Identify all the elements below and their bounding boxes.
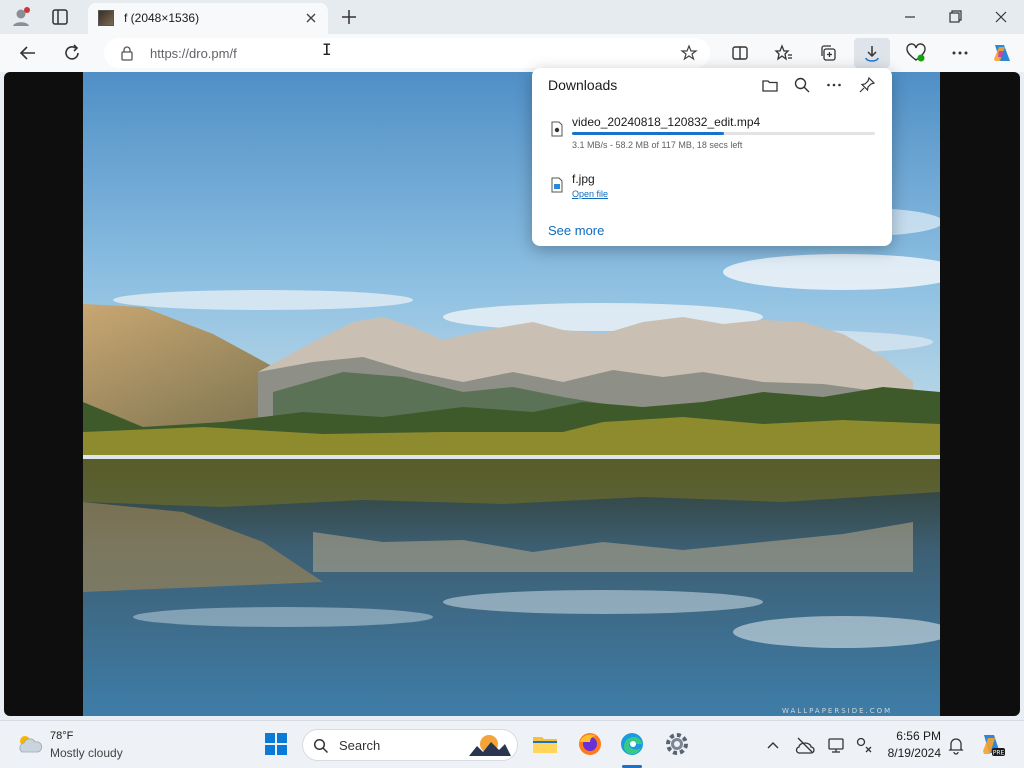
refresh-icon[interactable] — [60, 41, 84, 65]
favorite-star-icon[interactable] — [680, 44, 698, 62]
network-disconnected-icon[interactable] — [795, 735, 815, 755]
address-bar[interactable]: https://dro.pm/f — [104, 38, 710, 68]
tab-strip: f (2048×1536) — [0, 0, 1024, 34]
chevron-up-icon[interactable] — [763, 735, 783, 755]
download-icon[interactable] — [860, 41, 884, 65]
search-highlight-icon — [467, 732, 513, 758]
weather-cloudy-icon[interactable] — [16, 733, 44, 755]
photo-watermark: WALLPAPERSIDE.COM — [782, 707, 893, 715]
favorites-icon[interactable] — [772, 41, 796, 65]
search-label: Search — [339, 738, 381, 753]
download-item-name[interactable]: f.jpg — [572, 172, 595, 186]
download-status: 3.1 MB/s - 58.2 MB of 117 MB, 18 secs le… — [572, 140, 743, 150]
file-explorer-icon[interactable] — [531, 730, 559, 758]
close-tab-icon[interactable] — [304, 11, 318, 25]
restore-icon[interactable] — [945, 8, 965, 26]
close-window-icon[interactable] — [991, 8, 1011, 26]
search-icon — [313, 738, 329, 754]
search-downloads-icon[interactable] — [793, 76, 811, 94]
minimize-icon[interactable] — [900, 8, 920, 26]
more-menu-icon[interactable] — [948, 41, 972, 65]
downloads-flyout: Downloads video_20240818_120832_edit.mp4… — [532, 68, 892, 246]
edge-icon[interactable] — [618, 730, 646, 758]
focus-settings-icon[interactable] — [854, 735, 874, 755]
clock-date[interactable]: 8/19/2024 — [880, 746, 941, 760]
tab-active[interactable]: f (2048×1536) — [88, 3, 328, 34]
svg-text:PRE: PRE — [993, 750, 1005, 757]
text-cursor-icon: I — [322, 40, 332, 59]
settings-gear-icon[interactable] — [663, 730, 691, 758]
url-text[interactable]: https://dro.pm/f — [150, 46, 237, 61]
taskbar-search[interactable]: Search — [302, 729, 518, 761]
copilot-icon[interactable] — [990, 41, 1014, 65]
download-item-name[interactable]: video_20240818_120832_edit.mp4 — [572, 115, 760, 129]
toolbar: https://dro.pm/f — [0, 34, 1024, 72]
image-file-icon — [551, 177, 563, 193]
pin-icon[interactable] — [858, 76, 876, 94]
lock-icon[interactable] — [120, 45, 134, 61]
firefox-icon[interactable] — [576, 730, 604, 758]
tab-actions-icon[interactable] — [50, 7, 70, 27]
new-tab-icon[interactable] — [339, 7, 359, 27]
more-options-icon[interactable] — [825, 76, 843, 94]
display-icon[interactable] — [826, 735, 846, 755]
open-folder-icon[interactable] — [761, 76, 779, 94]
split-screen-icon[interactable] — [728, 41, 752, 65]
downloads-title: Downloads — [548, 77, 618, 93]
collections-icon[interactable] — [816, 41, 840, 65]
download-progress-fill — [572, 132, 724, 135]
notification-bell-icon[interactable] — [946, 735, 966, 755]
tab-title: f (2048×1536) — [124, 11, 200, 25]
copilot-pre-icon[interactable]: PRE — [978, 731, 1006, 759]
open-file-link[interactable]: Open file — [572, 189, 608, 199]
image-favicon-icon — [98, 10, 114, 26]
clock-time[interactable]: 6:56 PM — [893, 729, 941, 743]
see-more-link[interactable]: See more — [548, 223, 604, 238]
profile-icon[interactable] — [10, 6, 32, 28]
back-icon[interactable] — [16, 41, 40, 65]
video-file-icon — [551, 121, 563, 137]
browser-essentials-icon[interactable] — [904, 41, 928, 65]
taskbar: 78°F Mostly cloudy Search 6:56 PM 8/19/2… — [0, 720, 1024, 768]
weather-condition[interactable]: Mostly cloudy — [50, 746, 123, 760]
windows-start-icon[interactable] — [262, 730, 290, 758]
weather-temp[interactable]: 78°F — [50, 730, 73, 742]
download-progress-bar — [572, 132, 875, 135]
